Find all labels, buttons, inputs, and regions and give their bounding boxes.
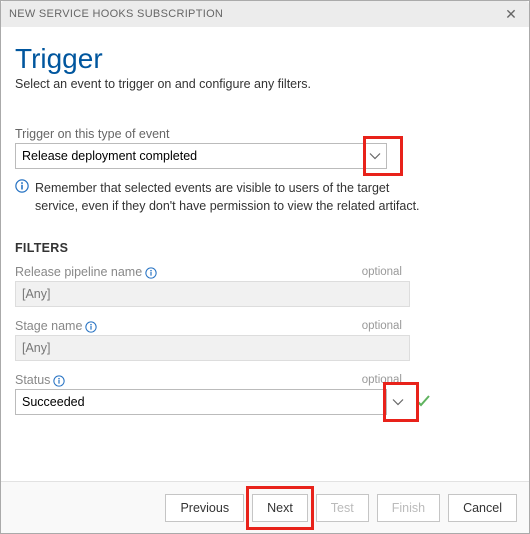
help-icon[interactable]	[145, 265, 157, 279]
filter-status-select[interactable]: Succeeded	[15, 389, 387, 415]
page-subtitle: Select an event to trigger on and config…	[15, 77, 515, 91]
highlight-box-status	[383, 382, 419, 422]
help-icon[interactable]	[53, 373, 65, 387]
dialog-content: Trigger Select an event to trigger on an…	[1, 27, 529, 415]
event-type-label: Trigger on this type of event	[15, 127, 515, 141]
chevron-down-icon	[386, 389, 410, 415]
filter-pipeline: Release pipeline name optional	[15, 265, 515, 307]
page-title: Trigger	[15, 43, 515, 75]
dialog-title: NEW SERVICE HOOKS SUBSCRIPTION	[9, 8, 223, 20]
info-text: Remember that selected events are visibl…	[35, 179, 430, 215]
filter-status: Status optional Succeeded	[15, 373, 515, 415]
filter-stage-label: Stage name	[15, 319, 82, 333]
filters-heading: FILTERS	[15, 241, 515, 255]
filter-stage-optional: optional	[362, 320, 402, 332]
previous-button[interactable]: Previous	[165, 494, 244, 522]
event-type-select[interactable]: Release deployment completed	[15, 143, 387, 169]
info-message: Remember that selected events are visibl…	[15, 179, 430, 215]
finish-button: Finish	[377, 494, 440, 522]
filter-pipeline-input	[15, 281, 410, 307]
filter-pipeline-label: Release pipeline name	[15, 265, 142, 279]
check-icon	[415, 393, 431, 414]
event-type-row: Release deployment completed	[15, 143, 515, 169]
close-icon[interactable]: ✕	[501, 6, 521, 23]
dialog-titlebar: NEW SERVICE HOOKS SUBSCRIPTION ✕	[1, 1, 529, 27]
help-icon[interactable]	[85, 319, 97, 333]
filter-status-label: Status	[15, 373, 50, 387]
cancel-button[interactable]: Cancel	[448, 494, 517, 522]
filter-stage-input	[15, 335, 410, 361]
info-icon	[15, 179, 30, 215]
filter-status-row: Succeeded	[15, 389, 515, 415]
filter-stage: Stage name optional	[15, 319, 515, 361]
next-button[interactable]: Next	[252, 494, 308, 522]
test-button: Test	[316, 494, 369, 522]
filter-status-optional: optional	[362, 374, 402, 386]
filter-pipeline-optional: optional	[362, 266, 402, 278]
dialog-footer: Previous Next Test Finish Cancel	[1, 481, 529, 533]
